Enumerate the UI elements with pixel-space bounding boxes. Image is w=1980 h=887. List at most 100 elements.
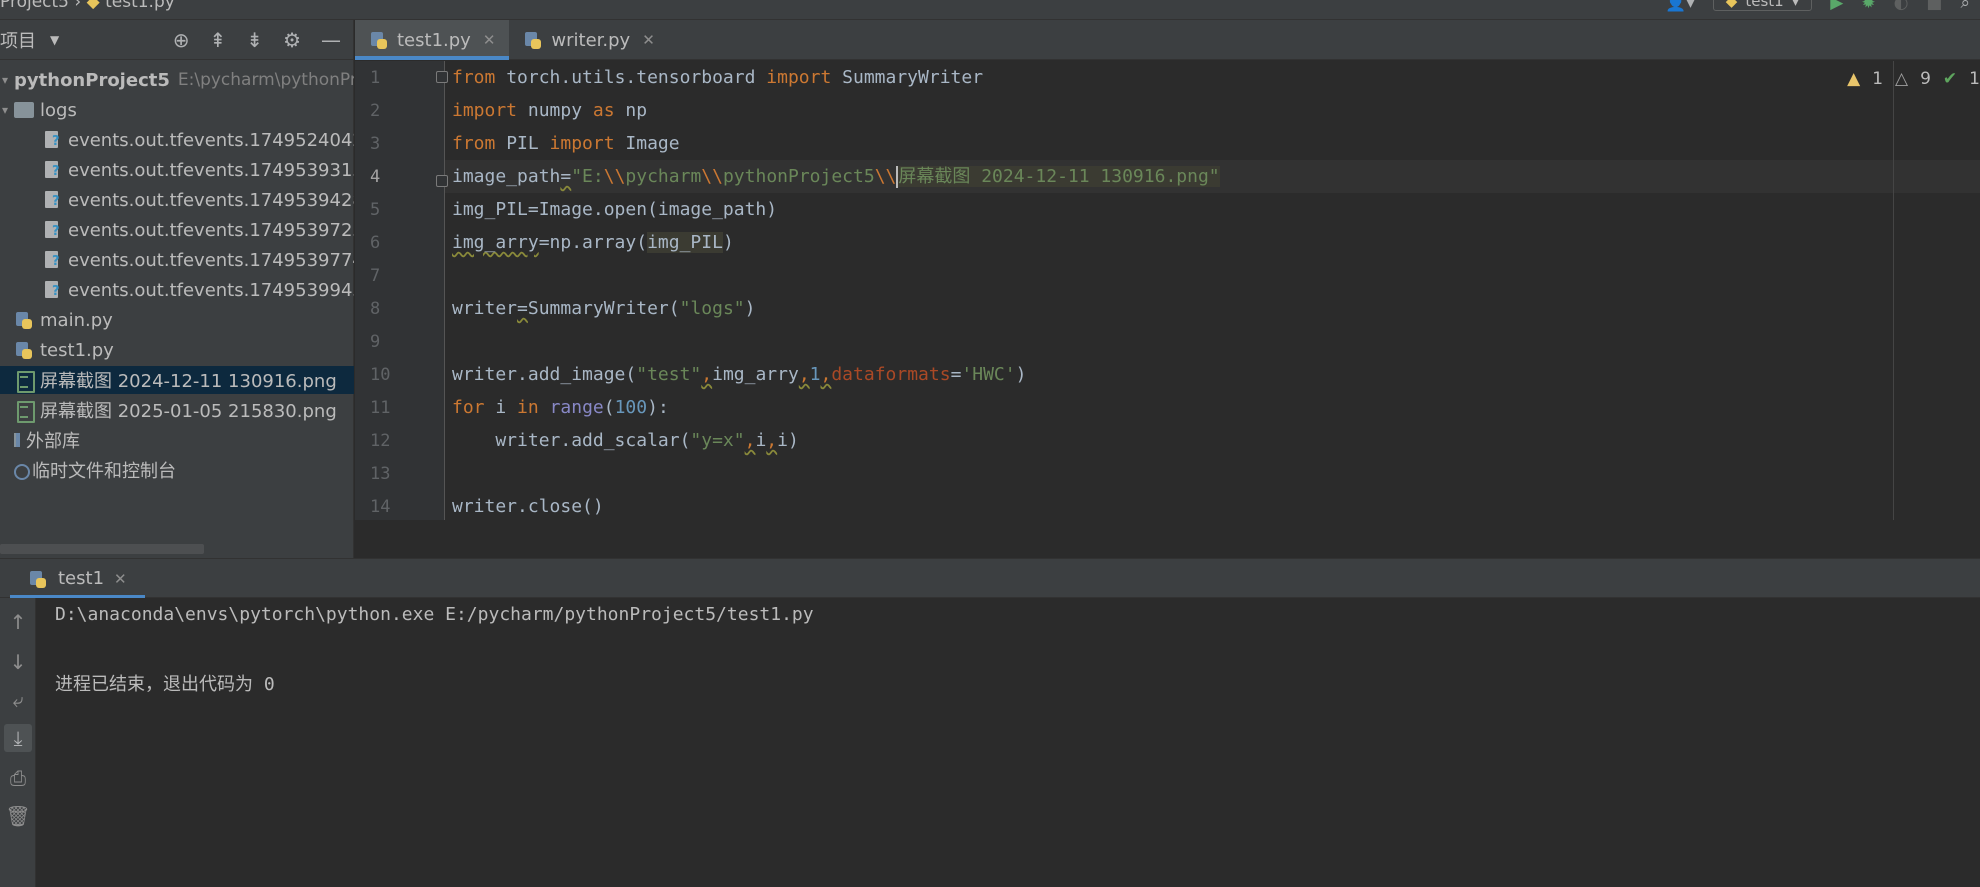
breadcrumb: Project5 › ◆ test1.py (0, 0, 175, 12)
chevron-down-icon[interactable]: ▾ (2, 73, 8, 87)
search-icon[interactable]: ⌕ (1960, 0, 1980, 13)
code-editor[interactable]: 1 2 3 4 5 6 7 8 9 10 11 12 13 14 from torch.utils.ten… (355, 61, 1980, 520)
code-line-14[interactable]: writer.close() (452, 490, 604, 523)
run-tab[interactable]: test1 ✕ (0, 559, 145, 598)
code-line-4[interactable]: image_path="E:\\pycharm\\pythonProject5\… (452, 160, 1220, 193)
inspection-widget[interactable]: ▲ 1 △ 9 ✔ 1 (1847, 69, 1980, 89)
run-tab-label: test1 (58, 568, 105, 589)
tree-item[interactable]: main.py (0, 306, 354, 334)
tree-item[interactable]: events.out.tfevents.1749539725.L (0, 216, 354, 244)
collapse-all-icon[interactable]: ⇟ (246, 28, 263, 52)
scratch-icon (14, 460, 26, 480)
soft-wrap-icon[interactable]: ⤶ (4, 686, 32, 714)
line-number: 3 (370, 134, 381, 154)
fold-icon[interactable] (436, 175, 448, 187)
tree-item[interactable]: events.out.tfevents.1749539943.L (0, 276, 354, 304)
navigation-bar: Project5 › ◆ test1.py 👤▾ ◆ test1 ▾ ▶ ✹ ◐… (0, 0, 1980, 20)
expand-all-icon[interactable]: ⇞ (210, 28, 227, 52)
code-line-11[interactable]: for i in range(100): (452, 391, 669, 424)
ok-count: 1 (1969, 69, 1980, 89)
code-line-12[interactable]: writer.add_scalar("y=x",i,i) (452, 424, 798, 457)
debug-icon[interactable]: ✹ (1861, 0, 1875, 13)
unknown-file-icon (42, 130, 62, 150)
line-number: 4 (370, 167, 381, 187)
close-icon[interactable]: ✕ (114, 570, 127, 588)
check-icon: ✔ (1942, 69, 1958, 89)
project-panel: 项目 ▼ ⊕ ⇞ ⇟ ⚙ — ▾ pythonProject5 E:\pycharm… (0, 20, 354, 558)
code-line-3[interactable]: from PIL import Image (452, 127, 680, 160)
tree-item-label: events.out.tfevents.1749539943.L (68, 279, 354, 301)
coverage-icon[interactable]: ◐ (1894, 0, 1909, 13)
console-output[interactable]: D:\anaconda\envs\pytorch\python.exe E:/p… (36, 598, 1980, 887)
tree-item[interactable]: events.out.tfevents.1749539774.L (0, 246, 354, 274)
fold-icon[interactable] (436, 71, 448, 83)
arrow-down-icon[interactable]: ↓ (4, 648, 32, 676)
tree-item[interactable]: ▾ logs (0, 96, 354, 124)
code-line-8[interactable]: writer=SummaryWriter("logs") (452, 292, 755, 325)
tree-item-label: events.out.tfevents.1749539774.L (68, 249, 354, 271)
trash-icon[interactable]: 🗑 (4, 802, 32, 830)
line-number: 7 (370, 266, 381, 286)
folder-icon (14, 102, 35, 118)
console-line: D:\anaconda\envs\pytorch\python.exe E:/p… (55, 604, 814, 625)
horizontal-scrollbar[interactable] (0, 544, 204, 554)
user-icon[interactable]: 👤▾ (1665, 0, 1695, 13)
python-icon: ◆ (1725, 0, 1738, 10)
tree-item[interactable]: 屏幕截图 2024-12-11 130916.png (0, 366, 354, 394)
unknown-file-icon (42, 220, 62, 240)
tree-item-label: logs (40, 99, 77, 121)
python-file-icon: ◆ (86, 0, 100, 12)
close-icon[interactable]: ✕ (642, 31, 655, 49)
project-panel-title[interactable]: 项目 (0, 27, 36, 53)
run-config-selector[interactable]: ◆ test1 ▾ (1712, 0, 1813, 11)
tree-item-label: 临时文件和控制台 (32, 461, 176, 482)
gutter (355, 61, 444, 520)
line-number: 14 (370, 497, 391, 517)
project-panel-header: 项目 ▼ ⊕ ⇞ ⇟ ⚙ — (0, 20, 353, 60)
tree-item[interactable]: events.out.tfevents.1749539315.L (0, 156, 354, 184)
locate-icon[interactable]: ⊕ (173, 28, 190, 52)
run-icon[interactable]: ▶ (1830, 0, 1843, 13)
tree-item[interactable]: 外部库 (0, 426, 354, 454)
tree-item[interactable]: events.out.tfevents.1749524042.L (0, 126, 354, 154)
python-file-icon (369, 30, 389, 50)
toolbar-right: 👤▾ ◆ test1 ▾ ▶ ✹ ◐ ■ ⌕ (1665, 0, 1980, 13)
editor-tab[interactable]: writer.py ✕ (509, 20, 668, 60)
tree-item-label: test1.py (40, 339, 114, 361)
code-line-6[interactable]: img_arry=np.array(img_PIL) (452, 226, 734, 259)
gear-icon[interactable]: ⚙ (283, 28, 301, 52)
tree-item[interactable]: events.out.tfevents.1749539428.L (0, 186, 354, 214)
chevron-down-icon[interactable]: ▼ (50, 33, 59, 47)
run-config-label: test1 (1745, 0, 1784, 10)
scroll-to-end-icon[interactable]: ⤓ (4, 724, 32, 752)
project-panel-tools: ⊕ ⇞ ⇟ ⚙ — (173, 28, 353, 52)
code-line-1[interactable]: from torch.utils.tensorboard import Summ… (452, 61, 983, 94)
editor-tab-label: test1.py (397, 29, 471, 51)
line-number: 12 (370, 431, 391, 451)
tree-item-label: pythonProject5 (14, 69, 170, 91)
tree-item[interactable]: ▾ pythonProject5 E:\pycharm\pythonProject5 (0, 66, 354, 94)
tree-item-label: events.out.tfevents.1749539315.L (68, 159, 354, 181)
image-file-icon (14, 400, 35, 423)
line-number: 5 (370, 200, 381, 220)
tree-item-label: 外部库 (26, 431, 80, 452)
chevron-down-icon[interactable]: ▾ (2, 103, 8, 117)
code-line-10[interactable]: writer.add_image("test",img_arry,1,dataf… (452, 358, 1026, 391)
tree-item[interactable]: test1.py (0, 336, 354, 364)
python-icon (28, 569, 48, 589)
minimize-icon[interactable]: — (321, 28, 341, 52)
arrow-up-icon[interactable]: ↑ (4, 608, 32, 636)
unknown-file-icon (42, 280, 62, 300)
breadcrumb-project[interactable]: Project5 (0, 0, 69, 12)
close-icon[interactable]: ✕ (483, 31, 496, 49)
line-number: 1 (370, 68, 381, 88)
editor-tab[interactable]: test1.py ✕ (355, 20, 510, 60)
tree-item[interactable]: 临时文件和控制台 (0, 456, 354, 484)
breadcrumb-file[interactable]: test1.py (105, 0, 175, 12)
stop-icon[interactable]: ■ (1926, 0, 1942, 13)
tree-item-label: 屏幕截图 2024-12-11 130916.png (40, 371, 337, 392)
tree-item[interactable]: 屏幕截图 2025-01-05 215830.png (0, 396, 354, 424)
print-icon[interactable]: ⎙ (4, 764, 32, 792)
code-line-5[interactable]: img_PIL=Image.open(image_path) (452, 193, 777, 226)
code-line-2[interactable]: import numpy as np (452, 94, 647, 127)
